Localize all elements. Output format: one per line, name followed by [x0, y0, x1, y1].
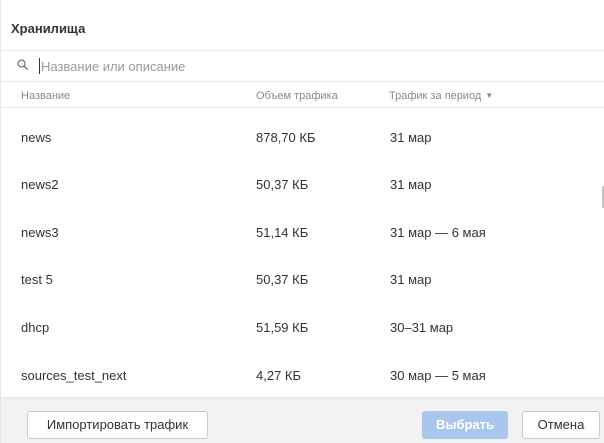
- row-volume: 878,70 КБ: [256, 130, 316, 145]
- row-volume: 50,37 КБ: [256, 272, 309, 287]
- row-period: 31 мар: [390, 177, 432, 192]
- search-bar: [1, 51, 604, 81]
- dialog-title: Хранилища: [11, 21, 86, 36]
- column-header-volume[interactable]: Объем трафика: [256, 90, 338, 102]
- row-name: news2: [21, 177, 59, 192]
- row-name: news3: [21, 225, 59, 240]
- cancel-button[interactable]: Отмена: [522, 411, 600, 439]
- text-cursor: [39, 58, 40, 74]
- row-volume: 51,14 КБ: [256, 225, 309, 240]
- column-header-period-label: Трафик за период: [389, 90, 482, 102]
- row-period: 31 мар: [390, 130, 432, 145]
- chevron-down-icon: ▼: [485, 91, 494, 100]
- row-name: sources_test_next: [21, 368, 127, 383]
- column-header-name[interactable]: Название: [21, 90, 70, 102]
- select-button[interactable]: Выбрать: [422, 411, 508, 439]
- search-icon: [17, 59, 28, 70]
- row-volume: 51,59 КБ: [256, 320, 309, 335]
- row-volume: 4,27 КБ: [256, 368, 302, 383]
- row-name: test 5: [21, 272, 53, 287]
- storages-dialog: Хранилища Название Объем трафика Трафик …: [0, 0, 604, 443]
- search-input[interactable]: [41, 56, 581, 76]
- storage-list: news 878,70 КБ 31 мар news2 50,37 КБ 31 …: [1, 108, 604, 396]
- row-period: 31 мар: [390, 272, 432, 287]
- divider: [1, 81, 604, 82]
- row-name: news: [21, 130, 52, 145]
- row-period: 31 мар — 6 мая: [390, 225, 486, 240]
- row-name: dhcp: [21, 320, 50, 335]
- row-period: 30–31 мар: [390, 320, 454, 335]
- import-traffic-button[interactable]: Импортировать трафик: [27, 411, 208, 439]
- row-period: 30 мар — 5 мая: [390, 368, 486, 383]
- dialog-footer: Импортировать трафик Выбрать Отмена: [1, 397, 604, 443]
- row-volume: 50,37 КБ: [256, 177, 309, 192]
- table-row[interactable]: sources_test_next 4,27 КБ 30 мар — 5 мая: [1, 346, 601, 396]
- column-header-period[interactable]: Трафик за период ▼: [389, 90, 493, 102]
